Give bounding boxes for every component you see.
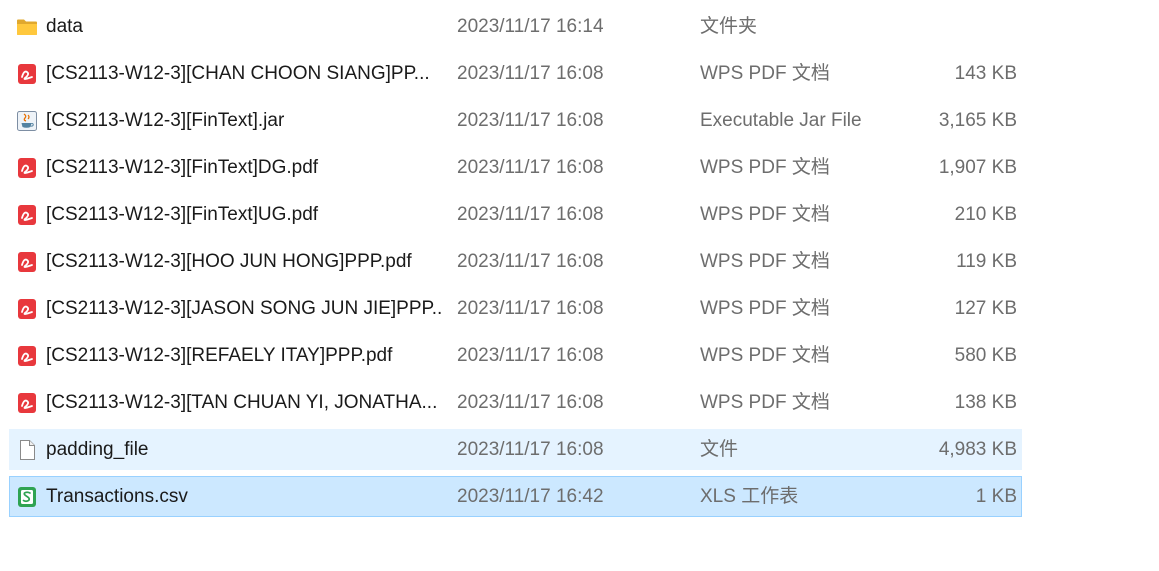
file-name: [CS2113-W12-3][FinText]DG.pdf: [46, 157, 319, 178]
file-size: 119 KB: [956, 251, 1017, 272]
wps-pdf-icon: [16, 298, 38, 320]
java-jar-icon: [16, 110, 38, 132]
file-modified-date: 2023/11/17 16:08: [457, 63, 604, 84]
file-row[interactable]: [CS2113-W12-3][HOO JUN HONG]PPP.pdf 2023/…: [9, 241, 1022, 282]
wps-pdf-icon: [16, 345, 38, 367]
file-modified-date: 2023/11/17 16:08: [457, 439, 604, 460]
file-size: 210 KB: [954, 204, 1017, 225]
file-row[interactable]: [CS2113-W12-3][TAN CHUAN YI, JONATHA... 2…: [9, 382, 1022, 423]
file-name: [CS2113-W12-3][FinText].jar: [46, 110, 285, 131]
file-modified-date: 2023/11/17 16:08: [457, 110, 604, 131]
file-modified-date: 2023/11/17 16:08: [457, 298, 604, 319]
file-row[interactable]: data 2023/11/17 16:14 文件夹: [9, 6, 1022, 47]
file-size: 138 KB: [954, 392, 1017, 413]
file-size: 127 KB: [954, 298, 1017, 319]
file-row[interactable]: padding_file 2023/11/17 16:08 文件 4,983 KB: [9, 429, 1022, 470]
wps-pdf-icon: [16, 63, 38, 85]
blank-file-icon: [16, 439, 38, 461]
file-row[interactable]: [CS2113-W12-3][FinText]DG.pdf 2023/11/17 …: [9, 147, 1022, 188]
file-name: [CS2113-W12-3][CHAN CHOON SIANG]PP...: [46, 63, 430, 84]
file-name: data: [46, 16, 83, 37]
file-name: [CS2113-W12-3][HOO JUN HONG]PPP.pdf: [46, 251, 412, 272]
file-name: [CS2113-W12-3][JASON SONG JUN JIE]PPP...: [46, 298, 441, 319]
file-row[interactable]: [CS2113-W12-3][JASON SONG JUN JIE]PPP...…: [9, 288, 1022, 329]
wps-pdf-icon: [16, 204, 38, 226]
file-size: 4,983 KB: [938, 439, 1017, 460]
file-name: Transactions.csv: [46, 486, 188, 507]
wps-spreadsheet-icon: [16, 486, 38, 508]
file-size: 1 KB: [975, 486, 1017, 507]
wps-pdf-icon: [16, 392, 38, 414]
file-row[interactable]: [CS2113-W12-3][REFAELY ITAY]PPP.pdf 2023/…: [9, 335, 1022, 376]
file-size: 3,165 KB: [938, 110, 1017, 131]
file-name: [CS2113-W12-3][FinText]UG.pdf: [46, 204, 319, 225]
file-row[interactable]: [CS2113-W12-3][FinText].jar 2023/11/17 16…: [9, 100, 1022, 141]
file-row[interactable]: Transactions.csv 2023/11/17 16:42 XLS 工作表 1…: [9, 476, 1022, 517]
file-modified-date: 2023/11/17 16:08: [457, 251, 604, 272]
file-modified-date: 2023/11/17 16:42: [457, 486, 604, 507]
file-size: 580 KB: [954, 345, 1017, 366]
file-modified-date: 2023/11/17 16:08: [457, 392, 604, 413]
file-modified-date: 2023/11/17 16:08: [457, 204, 604, 225]
file-size: 1,907 KB: [938, 157, 1017, 178]
file-size: [870, 7, 1017, 46]
file-row[interactable]: [CS2113-W12-3][CHAN CHOON SIANG]PP... 202…: [9, 53, 1022, 94]
wps-pdf-icon: [16, 157, 38, 179]
file-name: [CS2113-W12-3][REFAELY ITAY]PPP.pdf: [46, 345, 393, 366]
file-size: 143 KB: [954, 63, 1017, 84]
file-list: data 2023/11/17 16:14 文件夹 [CS2113-W12-3][CH…: [0, 0, 1159, 571]
file-row[interactable]: [CS2113-W12-3][FinText]UG.pdf 2023/11/17 …: [9, 194, 1022, 235]
file-modified-date: 2023/11/17 16:08: [457, 345, 604, 366]
folder-icon: [16, 16, 38, 38]
wps-pdf-icon: [16, 251, 38, 273]
file-name: [CS2113-W12-3][TAN CHUAN YI, JONATHA...: [46, 392, 438, 413]
file-modified-date: 2023/11/17 16:14: [457, 16, 604, 37]
file-name: padding_file: [46, 439, 149, 460]
file-modified-date: 2023/11/17 16:08: [457, 157, 604, 178]
